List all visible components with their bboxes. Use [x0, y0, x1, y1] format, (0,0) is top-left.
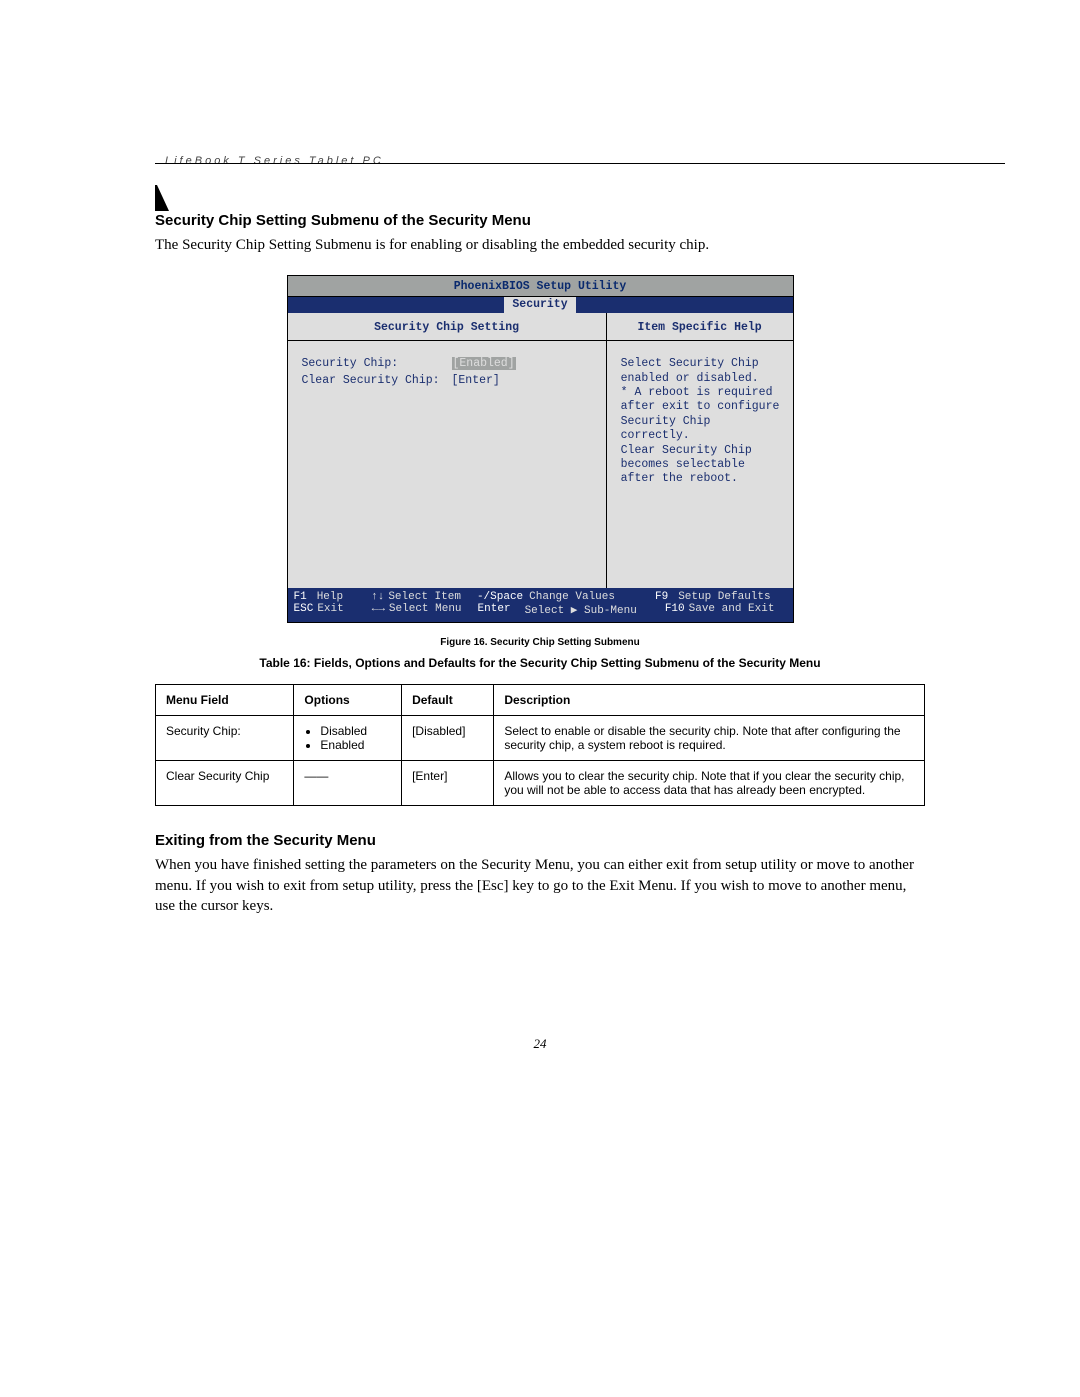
foot-key: F10	[665, 603, 685, 617]
foot-label: Setup Defaults	[678, 591, 770, 603]
section-heading-2: Exiting from the Security Menu	[155, 832, 925, 849]
option-item: Disabled	[320, 724, 391, 738]
table-row: Clear Security Chip —— [Enter] Allows yo…	[156, 761, 925, 806]
bios-settings: Security Chip: [Enabled] Clear Security …	[288, 341, 606, 401]
setting-row: Clear Security Chip: [Enter]	[302, 374, 596, 387]
foot-key: ESC	[294, 603, 314, 617]
cell-description: Select to enable or disable the security…	[494, 716, 925, 761]
foot-label: Change Values	[529, 591, 615, 603]
help-line: Security Chip correctly.	[621, 415, 783, 444]
cell-field: Security Chip:	[156, 716, 294, 761]
updown-arrow-icon: ↑↓	[371, 591, 384, 603]
help-line: after the reboot.	[621, 472, 783, 486]
intro-paragraph: The Security Chip Setting Submenu is for…	[155, 235, 925, 255]
help-line: Select Security Chip	[621, 357, 783, 371]
foot-key: Enter	[478, 603, 511, 617]
exit-paragraph: When you have finished setting the param…	[155, 855, 925, 916]
page-number: 24	[155, 1036, 925, 1052]
fields-table: Menu Field Options Default Description S…	[155, 684, 925, 806]
setting-value-highlighted: [Enabled]	[452, 357, 516, 370]
help-line: enabled or disabled.	[621, 372, 783, 386]
cell-options-empty: ——	[294, 761, 402, 806]
bios-left-header: Security Chip Setting	[288, 313, 606, 341]
th-menu-field: Menu Field	[156, 685, 294, 716]
setting-label: Clear Security Chip:	[302, 374, 452, 387]
help-line: Clear Security Chip	[621, 444, 783, 458]
foot-label: Select Menu	[389, 603, 462, 617]
foot-label: Select ▶ Sub-Menu	[525, 603, 637, 617]
cell-options: Disabled Enabled	[294, 716, 402, 761]
bios-tabs: Security	[288, 297, 793, 313]
th-default: Default	[402, 685, 494, 716]
foot-label: Save and Exit	[689, 603, 775, 617]
foot-key: F1	[294, 591, 307, 603]
table-caption: Table 16: Fields, Options and Defaults f…	[155, 656, 925, 670]
figure-caption: Figure 16. Security Chip Setting Submenu	[155, 637, 925, 648]
bios-tab-security: Security	[504, 297, 575, 313]
help-line: after exit to configure	[621, 400, 783, 414]
th-options: Options	[294, 685, 402, 716]
running-head: LifeBook T Series Tablet PC	[165, 155, 925, 167]
cell-default: [Disabled]	[402, 716, 494, 761]
bios-right-header: Item Specific Help	[607, 313, 793, 341]
bios-footer: F1 Help ↑↓ Select Item -/Space Change Va…	[288, 588, 793, 622]
th-description: Description	[494, 685, 925, 716]
help-line: becomes selectable	[621, 458, 783, 472]
setting-value: [Enter]	[452, 374, 500, 387]
cell-default: [Enter]	[402, 761, 494, 806]
section-heading-1: Security Chip Setting Submenu of the Sec…	[155, 212, 925, 229]
corner-mark-icon	[155, 185, 171, 211]
foot-key: F9	[655, 591, 668, 603]
cell-description: Allows you to clear the security chip. N…	[494, 761, 925, 806]
bios-title: PhoenixBIOS Setup Utility	[288, 276, 793, 297]
foot-label: Help	[317, 591, 343, 603]
leftright-arrow-icon: ←→	[372, 603, 385, 617]
option-item: Enabled	[320, 738, 391, 752]
foot-key: -/Space	[477, 591, 523, 603]
bios-help-text: Select Security Chip enabled or disabled…	[607, 341, 793, 496]
help-line: * A reboot is required	[621, 386, 783, 400]
bios-panel: PhoenixBIOS Setup Utility Security Secur…	[287, 275, 794, 623]
setting-label: Security Chip:	[302, 357, 452, 370]
foot-label: Select Item	[388, 591, 461, 603]
table-header-row: Menu Field Options Default Description	[156, 685, 925, 716]
foot-label: Exit	[317, 603, 343, 617]
table-row: Security Chip: Disabled Enabled [Disable…	[156, 716, 925, 761]
cell-field: Clear Security Chip	[156, 761, 294, 806]
setting-row: Security Chip: [Enabled]	[302, 357, 596, 370]
